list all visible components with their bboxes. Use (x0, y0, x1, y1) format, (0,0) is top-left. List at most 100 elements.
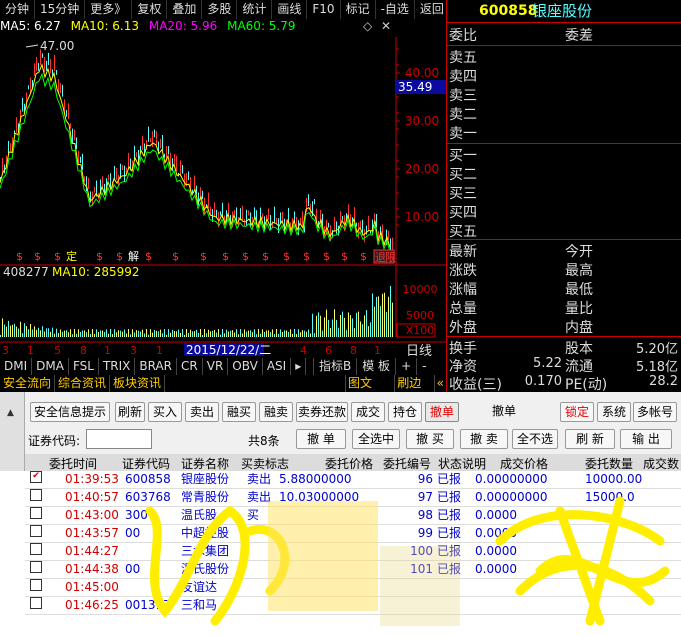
dividend-tag[interactable]: $ (145, 250, 152, 263)
row-checkbox[interactable]: ✔ (30, 471, 42, 483)
chart-toolbar-item[interactable]: 返回 (415, 0, 450, 19)
trade-toolbar-button[interactable]: 刷新 (115, 402, 145, 422)
table-row[interactable]: 01:43:00 300 温氏股 买 98 已报 0.0000 (25, 507, 681, 525)
row-checkbox[interactable] (30, 579, 42, 591)
column-header[interactable]: 证券名称 (181, 455, 229, 472)
column-header[interactable]: 成交价格 (500, 455, 548, 472)
close-icon[interactable]: ✕ (381, 19, 391, 33)
column-header[interactable]: 委托时间 (49, 455, 97, 472)
indicator-tab[interactable]: OBV (228, 358, 263, 375)
dividend-tag[interactable]: $ (96, 250, 103, 263)
dividend-tag[interactable]: $ (262, 250, 269, 263)
indicator-control[interactable]: + (395, 358, 416, 375)
indicator-control[interactable]: - (416, 358, 431, 375)
row-checkbox[interactable] (30, 561, 42, 573)
table-row[interactable]: 01:46:25 001317 三和马 (25, 597, 681, 615)
trade-toolbar-button[interactable]: 成交 (351, 402, 385, 422)
column-header[interactable]: 委托编号 (383, 455, 431, 472)
trade-toolbar-button[interactable]: 卖券还款 (296, 402, 348, 422)
diamond-icon[interactable]: ◇ (363, 19, 372, 33)
filter-button[interactable]: 撤 卖 (460, 429, 508, 449)
row-checkbox[interactable] (30, 525, 42, 537)
filter-button[interactable]: 全选中 (352, 429, 400, 449)
trade-toolbar-button[interactable]: 卖出 (185, 402, 219, 422)
unlock-tag[interactable]: 解 (128, 249, 139, 263)
trade-toolbar-button[interactable]: 撤单 (470, 402, 538, 422)
indicator-control[interactable]: 模 板 (356, 358, 395, 375)
dividend-tag[interactable]: $ (323, 250, 330, 263)
filter-button[interactable]: 撤 单 (296, 429, 346, 449)
column-header[interactable]: 委托数量 (585, 455, 633, 472)
dividend-tag[interactable]: $ (172, 250, 179, 263)
dividend-tag[interactable]: $ (303, 250, 310, 263)
trade-toolbar-button[interactable]: 系统 (597, 402, 631, 422)
dividend-tag[interactable]: $ (16, 250, 23, 263)
indicator-tab[interactable]: DMA (32, 358, 69, 375)
table-row[interactable]: 01:45:00 友谊达 (25, 579, 681, 597)
indicator-tab[interactable]: VR (203, 358, 229, 375)
row-checkbox[interactable] (30, 489, 42, 501)
chart-toolbar-item[interactable]: 更多》 (85, 0, 133, 19)
info-tab[interactable]: 综合资讯 (55, 375, 111, 392)
dividend-tag[interactable]: $ (34, 250, 41, 263)
buyback-tag[interactable]: 限 (385, 251, 396, 264)
indicator-tab[interactable]: BRAR (135, 358, 178, 375)
column-header[interactable]: 状态说明 (438, 455, 486, 472)
info-tab[interactable]: 板块资讯 (110, 375, 166, 392)
chart-toolbar-item[interactable]: 多股 (202, 0, 238, 19)
kline-chart[interactable]: 40.00 30.00 20.00 10.00 35.49 47.00 $ $ $ $ $ $ $… (0, 37, 446, 377)
dividend-tag[interactable]: $ (54, 250, 61, 263)
chart-toolbar-item[interactable]: F10 (307, 0, 341, 19)
indicator-tab[interactable]: ▸ (291, 358, 307, 375)
trade-toolbar-button[interactable]: 撤单 (425, 402, 459, 422)
cell-name: 常青股份 (181, 490, 230, 504)
table-row[interactable]: 01:44:38 00 温氏股份 101 已报 0.0000 (25, 561, 681, 579)
table-row[interactable]: ✔ 01:39:53 600858 银座股份 卖出 5.88000000 96 已报 0.000… (25, 471, 681, 489)
indicator-tab[interactable]: FSL (69, 358, 99, 375)
column-header[interactable]: 证券代码 (122, 455, 170, 472)
chart-toolbar-item[interactable]: 画线 (272, 0, 308, 19)
chart-toolbar-item[interactable]: 15分钟 (35, 0, 86, 19)
column-header[interactable]: 委托价格 (325, 455, 373, 472)
trade-toolbar-button[interactable]: 持仓 (388, 402, 422, 422)
indicator-tab[interactable]: ASI (263, 358, 292, 375)
filter-button[interactable]: 刷 新 (565, 429, 615, 449)
row-checkbox[interactable] (30, 543, 42, 555)
table-row[interactable]: 01:43:57 00 中超控股 99 已报 0.0000 (25, 525, 681, 543)
column-header[interactable]: 成交数 (643, 455, 679, 472)
row-checkbox[interactable] (30, 597, 42, 609)
dividend-tag[interactable]: $ (222, 250, 229, 263)
table-row[interactable]: 01:40:57 603768 常青股份 卖出 10.03000000 97 已报 0.000… (25, 489, 681, 507)
indicator-control[interactable]: 指标B (313, 358, 356, 375)
indicator-tab[interactable]: DMI (0, 358, 33, 375)
filter-button[interactable]: 全不选 (512, 429, 558, 449)
indicator-tab[interactable]: TRIX (99, 358, 136, 375)
dividend-tag[interactable]: $ (116, 250, 123, 263)
chart-toolbar-item[interactable]: 分钟 (0, 0, 36, 19)
chart-toolbar-item[interactable]: 复权 (132, 0, 168, 19)
dividend-tag[interactable]: $ (242, 250, 249, 263)
dividend-tag[interactable]: $ (341, 250, 348, 263)
dividend-tag[interactable]: $ (200, 250, 207, 263)
filter-button[interactable]: 撤 买 (406, 429, 454, 449)
chart-toolbar-item[interactable]: 统计 (237, 0, 273, 19)
trade-toolbar-button[interactable]: 买入 (148, 402, 182, 422)
indicator-tab[interactable]: CR (177, 358, 203, 375)
fixed-increase-tag[interactable]: 定 (66, 249, 77, 263)
trade-toolbar-button[interactable]: 融卖 (259, 402, 293, 422)
filter-button[interactable]: 输 出 (620, 429, 672, 449)
trade-toolbar-button[interactable]: 多帐号 (633, 402, 677, 422)
info-tab[interactable]: 安全流向 (0, 375, 56, 392)
dividend-tag[interactable]: $ (283, 250, 290, 263)
chart-toolbar-item[interactable]: -自选 (376, 0, 415, 19)
trade-toolbar-button[interactable]: 锁定 (560, 402, 594, 422)
dividend-tag[interactable]: $ (360, 250, 367, 263)
chart-toolbar-item[interactable]: 标记 (341, 0, 376, 19)
column-header[interactable]: 买卖标志 (241, 455, 289, 472)
trade-toolbar-button[interactable]: 融买 (222, 402, 256, 422)
row-checkbox[interactable] (30, 507, 42, 519)
chart-toolbar-item[interactable]: 叠加 (167, 0, 203, 19)
code-input[interactable] (86, 429, 152, 449)
table-row[interactable]: 01:44:27 三木集团 100 已报 0.0000 (25, 543, 681, 561)
trade-toolbar-button[interactable]: 安全信息提示 (30, 402, 110, 422)
